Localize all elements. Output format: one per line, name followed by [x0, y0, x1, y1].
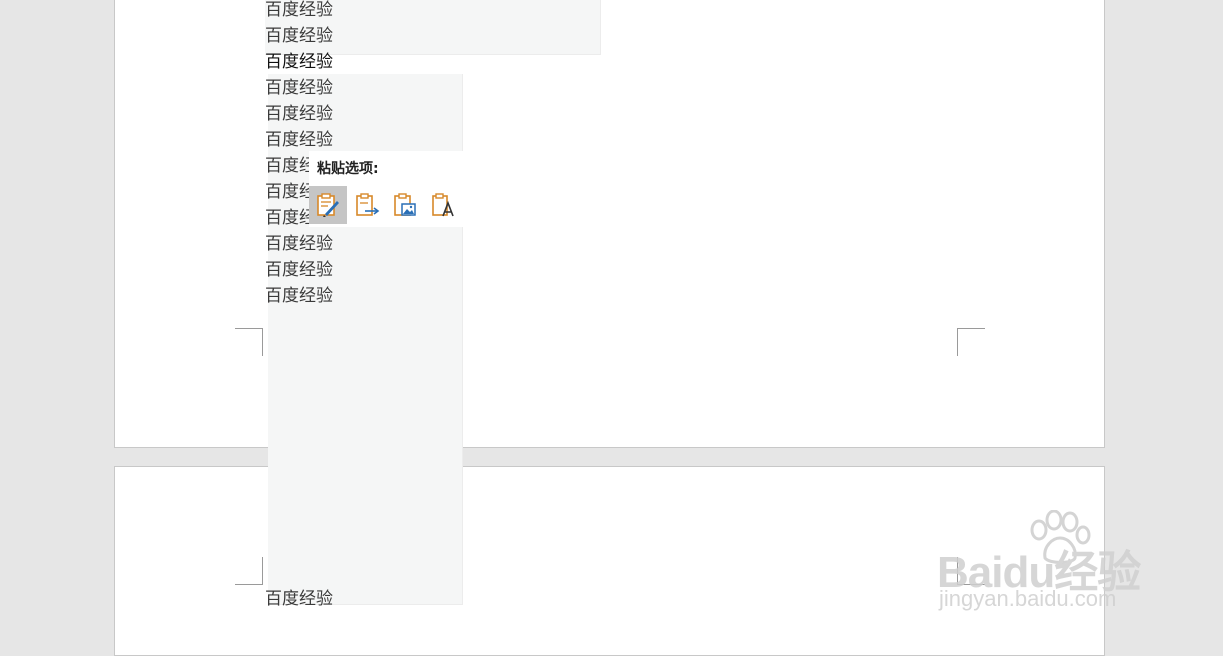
page2-margin-corner-left	[235, 557, 263, 585]
text-line[interactable]: 百度经验	[265, 260, 333, 280]
text-line[interactable]: 百度经验	[265, 104, 333, 124]
paste-as-picture-icon	[394, 193, 416, 216]
text-line[interactable]: 百度经验	[265, 52, 333, 72]
paste-options-menu: 粘贴选项:	[309, 151, 463, 227]
keep-text-only-icon	[432, 193, 454, 217]
paste-as-picture-button[interactable]	[386, 186, 424, 224]
paste-options-title: 粘贴选项:	[317, 161, 379, 177]
keep-text-only-button[interactable]	[424, 186, 462, 224]
text-line[interactable]: 百度经验	[265, 234, 333, 254]
merge-formatting-icon	[356, 193, 380, 216]
text-line[interactable]: 百度经验	[265, 78, 333, 98]
page1-margin-corner-right	[957, 328, 985, 356]
keep-source-formatting-button[interactable]	[309, 186, 347, 224]
page1-margin-corner-left	[235, 328, 263, 356]
text-line[interactable]: 百度经验	[265, 589, 333, 609]
text-line[interactable]: 百度经验	[265, 26, 333, 46]
keep-source-formatting-icon	[317, 193, 339, 217]
merge-formatting-button[interactable]	[348, 186, 386, 224]
document-page-1[interactable]	[114, 0, 1105, 448]
text-line[interactable]: 百度经验	[265, 130, 333, 150]
text-line[interactable]: 百度经验	[265, 286, 333, 306]
page2-margin-corner-right	[957, 557, 985, 585]
text-line[interactable]: 百度经验	[265, 0, 333, 20]
